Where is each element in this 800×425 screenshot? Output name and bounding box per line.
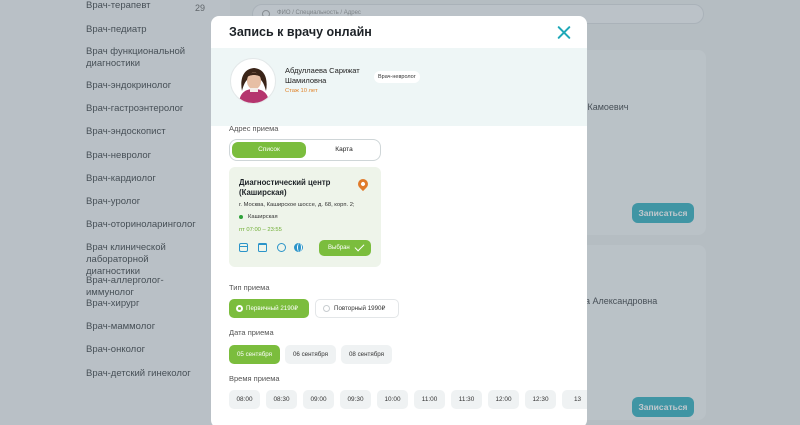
doctor-specialty-badge: Врач-невролог (374, 71, 420, 83)
card-payment-icon (239, 243, 248, 252)
chosen-label: Выбран (328, 245, 350, 251)
time-slot[interactable]: 11:00 (414, 390, 445, 409)
globe-icon (294, 243, 303, 252)
doctor-experience: Стаж 10 лет (285, 88, 318, 94)
address-label: Адрес приема (229, 124, 279, 133)
time-slot[interactable]: 08:00 (229, 390, 260, 409)
date-label: Дата приема (229, 328, 274, 337)
clinic-metro: Каширская (248, 214, 278, 220)
clinic-card[interactable]: Диагностический центр (Каширская) г. Мос… (229, 167, 381, 267)
time-slot[interactable]: 09:30 (340, 390, 371, 409)
modal-title: Запись к врачу онлайн (229, 25, 372, 39)
clinic-address: г. Москва, Каширское шоссе, д. 68, корп.… (239, 202, 355, 208)
clinic-name: Диагностический центр (Каширская) (239, 178, 331, 197)
time-slot[interactable]: 09:00 (303, 390, 334, 409)
time-slot[interactable]: 10:00 (377, 390, 408, 409)
doctor-name: Абдуллаева Сарижат Шамиловна (285, 66, 360, 85)
view-toggle: Список Карта (229, 139, 381, 161)
tab-map[interactable]: Карта (308, 142, 380, 158)
metro-icon (239, 215, 243, 219)
radio-empty-icon (323, 305, 330, 312)
time-slot[interactable]: 12:00 (488, 390, 519, 409)
booking-modal: Запись к врачу онлайн Абдуллаева Сарижат… (211, 16, 587, 425)
clinic-hours: пт 07:00 – 23:55 (239, 227, 282, 233)
check-icon (354, 241, 365, 252)
type-primary-option[interactable]: Первичный 2190₽ (229, 299, 309, 318)
type-repeat-label: Повторный 1990₽ (334, 305, 386, 312)
tab-list[interactable]: Список (232, 142, 306, 158)
time-slot[interactable]: 11:30 (451, 390, 482, 409)
location-pin-icon (355, 176, 371, 192)
doctor-avatar (230, 58, 276, 104)
date-option[interactable]: 06 сентября (285, 345, 336, 364)
date-option[interactable]: 08 сентября (341, 345, 392, 364)
time-slot[interactable]: 13 (562, 390, 587, 409)
close-icon[interactable] (557, 25, 571, 39)
calendar-icon (258, 243, 267, 252)
time-slot[interactable]: 12:30 (525, 390, 556, 409)
time-label: Время приема (229, 374, 280, 383)
type-primary-label: Первичный 2190₽ (246, 305, 299, 312)
radio-selected-icon (236, 305, 243, 312)
date-option[interactable]: 05 сентября (229, 345, 280, 364)
chosen-button[interactable]: Выбран (319, 240, 371, 256)
child-icon (277, 243, 286, 252)
type-label: Тип приема (229, 283, 270, 292)
type-repeat-option[interactable]: Повторный 1990₽ (315, 299, 399, 318)
time-slot[interactable]: 08:30 (266, 390, 297, 409)
doctor-info: Абдуллаева Сарижат Шамиловна Стаж 10 лет… (211, 48, 587, 126)
